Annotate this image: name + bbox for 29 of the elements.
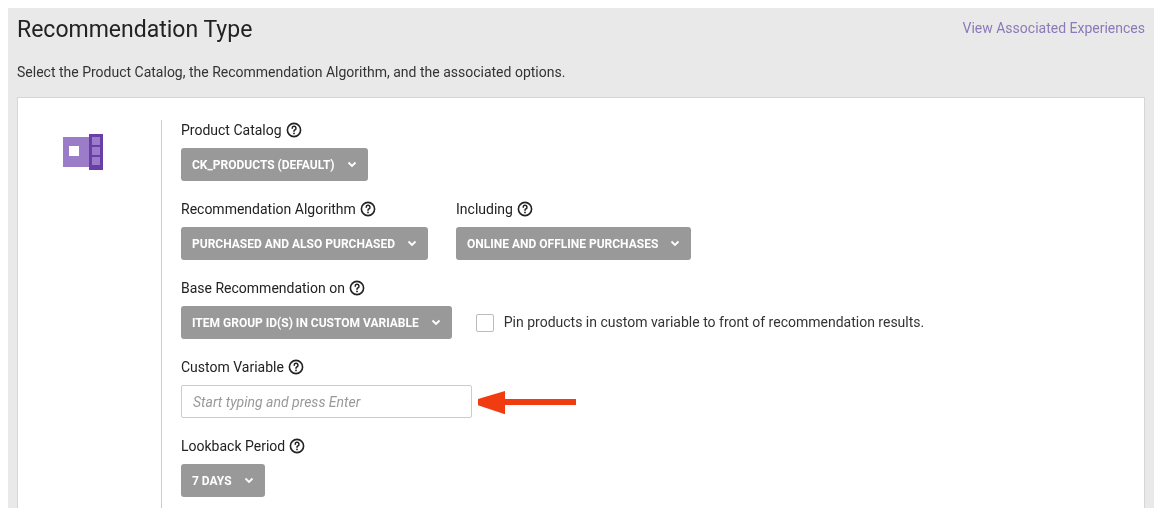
field-label: Including	[456, 199, 513, 219]
field-label: Product Catalog	[181, 120, 282, 140]
help-icon[interactable]	[289, 438, 306, 454]
chevron-down-icon	[407, 240, 417, 247]
field-label: Lookback Period	[181, 436, 286, 456]
recommendation-widget-icon	[62, 134, 103, 170]
section-description: Select the Product Catalog, the Recommendation Algorithm, and the associated options.	[17, 63, 567, 82]
dropdown[interactable]: CK_PRODUCTS (DEFAULT)	[181, 148, 368, 181]
chevron-down-icon	[670, 240, 681, 247]
dropdown[interactable]: PURCHASED AND ALSO PURCHASED	[181, 227, 428, 260]
chevron-down-icon	[346, 161, 357, 168]
text-input-field[interactable]: Start typing and press Enter	[181, 385, 472, 418]
section-title: Recommendation Type	[17, 15, 253, 45]
help-icon[interactable]	[359, 201, 376, 217]
field-label: Base Recommendation on	[181, 278, 345, 298]
help-icon[interactable]	[285, 122, 302, 138]
help-icon[interactable]	[287, 359, 304, 375]
dropdown[interactable]: 7 DAYS	[181, 464, 265, 497]
field-label: Custom Variable	[181, 357, 284, 377]
associated-experiences-link[interactable]: View Associated Experiences	[962, 18, 1145, 39]
dropdown[interactable]: ONLINE AND OFFLINE PURCHASES	[456, 227, 692, 260]
dropdown[interactable]: ITEM GROUP ID(S) IN CUSTOM VARIABLE	[181, 306, 452, 339]
chevron-down-icon	[430, 319, 441, 326]
help-icon[interactable]	[348, 280, 365, 296]
checkbox[interactable]	[475, 313, 494, 332]
chevron-down-icon	[243, 477, 254, 484]
field-label: Recommendation Algorithm	[181, 199, 356, 219]
checkbox-label: Pin products in custom variable to front of recommendation results.	[503, 313, 925, 332]
help-icon[interactable]	[516, 201, 533, 217]
